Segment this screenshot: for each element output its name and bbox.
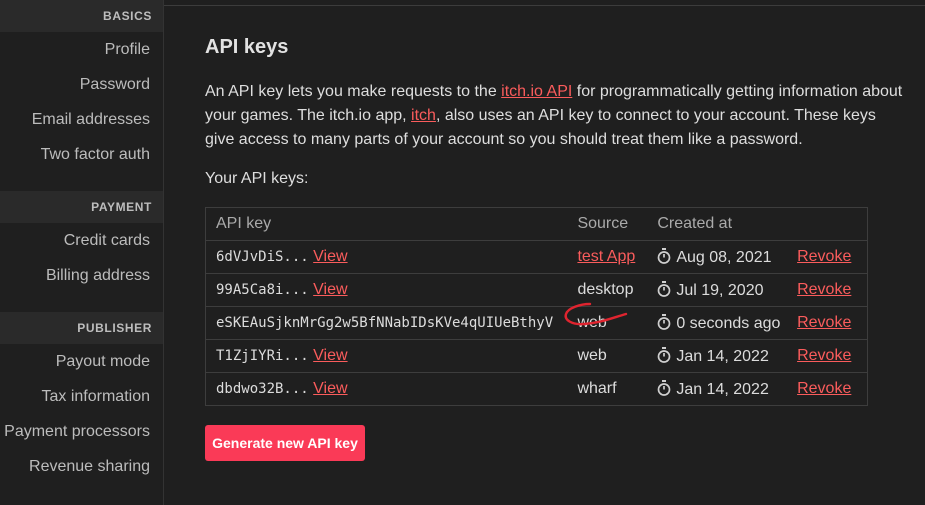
table-header-row: API key Source Created at	[206, 208, 867, 240]
actions-cell: Revoke	[797, 281, 867, 299]
sidebar-group-basics: BASICS Profile Password Email addresses …	[0, 0, 163, 172]
created-at-value: Aug 08, 2021	[676, 248, 772, 266]
sidebar-item-revenue-sharing[interactable]: Revenue sharing	[0, 449, 163, 484]
table-row: dbdwo32B... View wharf Jan 14, 2022 Revo…	[206, 372, 867, 405]
sidebar-header-basics: BASICS	[0, 0, 163, 32]
api-key-cell: dbdwo32B... View	[206, 380, 577, 398]
sidebar-item-billing-address[interactable]: Billing address	[0, 258, 163, 293]
view-key-link[interactable]: View	[313, 380, 347, 397]
table-row: T1ZjIYRi... View web Jan 14, 2022 Revoke	[206, 339, 867, 372]
stopwatch-icon	[657, 346, 671, 363]
created-at-value: 0 seconds ago	[676, 314, 781, 332]
stopwatch-icon	[657, 313, 671, 330]
table-row: eSKEAuSjknMrGg2w5BfNNabIDsKVe4qUIUeBthyV…	[206, 306, 867, 339]
created-at-cell: Jan 14, 2022	[657, 346, 797, 366]
created-at-value: Jan 14, 2022	[676, 347, 769, 365]
stopwatch-icon	[657, 247, 671, 264]
api-key-value: dbdwo32B...	[216, 381, 309, 397]
api-key-cell: 6dVJvDiS... View	[206, 248, 577, 266]
header-source: Source	[577, 215, 629, 232]
top-divider	[164, 5, 925, 6]
table-row: 6dVJvDiS... View test App Aug 08, 2021 R…	[206, 240, 867, 273]
actions-cell: Revoke	[797, 314, 867, 332]
api-key-value: T1ZjIYRi...	[216, 348, 309, 364]
view-key-link[interactable]: View	[313, 281, 347, 298]
api-key-value: 6dVJvDiS...	[216, 249, 309, 265]
generate-api-key-button[interactable]: Generate new API key	[205, 425, 365, 461]
created-at-cell: Jul 19, 2020	[657, 280, 797, 300]
actions-cell: Revoke	[797, 380, 867, 398]
created-at-cell: 0 seconds ago	[657, 313, 797, 333]
sidebar-item-profile[interactable]: Profile	[0, 32, 163, 67]
view-key-link[interactable]: View	[313, 347, 347, 364]
stopwatch-icon	[657, 280, 671, 297]
revoke-link[interactable]: Revoke	[797, 281, 851, 298]
created-at-value: Jul 19, 2020	[676, 281, 764, 299]
red-annotation-scribble-icon	[564, 302, 628, 326]
api-key-cell: eSKEAuSjknMrGg2w5BfNNabIDsKVe4qUIUeBthyV	[206, 314, 577, 332]
header-api-key: API key	[216, 215, 272, 232]
actions-cell: Revoke	[797, 248, 867, 266]
source-cell: wharf	[577, 380, 617, 397]
sidebar-item-credit-cards[interactable]: Credit cards	[0, 223, 163, 258]
actions-cell: Revoke	[797, 347, 867, 365]
api-key-value-full[interactable]: eSKEAuSjknMrGg2w5BfNNabIDsKVe4qUIUeBthyV	[216, 315, 553, 331]
revoke-link[interactable]: Revoke	[797, 248, 851, 265]
api-key-cell: T1ZjIYRi... View	[206, 347, 577, 365]
itch-app-link[interactable]: itch	[411, 107, 436, 124]
header-created-at: Created at	[657, 215, 733, 232]
sidebar-header-publisher: PUBLISHER	[0, 312, 163, 344]
table-row: 99A5Ca8i... View desktop Jul 19, 2020 Re…	[206, 273, 867, 306]
sidebar-group-publisher: PUBLISHER Payout mode Tax information Pa…	[0, 312, 163, 484]
settings-sidebar: BASICS Profile Password Email addresses …	[0, 0, 164, 505]
created-at-cell: Jan 14, 2022	[657, 379, 797, 399]
stopwatch-icon	[657, 379, 671, 396]
sidebar-item-tax-information[interactable]: Tax information	[0, 379, 163, 414]
sidebar-item-payout-mode[interactable]: Payout mode	[0, 344, 163, 379]
api-keys-description: An API key lets you make requests to the…	[205, 80, 905, 152]
created-at-cell: Aug 08, 2021	[657, 247, 797, 267]
sidebar-header-payment: PAYMENT	[0, 191, 163, 223]
api-keys-table: API key Source Created at 6dVJvDiS... Vi…	[205, 207, 868, 406]
source-cell: test App	[577, 248, 657, 266]
view-key-link[interactable]: View	[313, 248, 347, 265]
source-cell: desktop	[577, 281, 634, 298]
revoke-link[interactable]: Revoke	[797, 347, 851, 364]
desc-text: An API key lets you make requests to the	[205, 83, 502, 100]
sidebar-item-payment-processors[interactable]: Payment processors	[0, 414, 163, 449]
revoke-link[interactable]: Revoke	[797, 314, 851, 331]
api-key-cell: 99A5Ca8i... View	[206, 281, 577, 299]
page-title: API keys	[205, 36, 289, 58]
sidebar-item-two-factor-auth[interactable]: Two factor auth	[0, 137, 163, 172]
sidebar-item-password[interactable]: Password	[0, 67, 163, 102]
source-cell: web	[577, 347, 607, 364]
created-at-value: Jan 14, 2022	[676, 380, 769, 398]
api-key-value: 99A5Ca8i...	[216, 282, 309, 298]
sidebar-group-payment: PAYMENT Credit cards Billing address	[0, 191, 163, 293]
revoke-link[interactable]: Revoke	[797, 380, 851, 397]
source-link[interactable]: test App	[577, 248, 635, 265]
your-api-keys-label: Your API keys:	[205, 170, 309, 187]
itchio-api-link[interactable]: itch.io API	[501, 83, 572, 100]
sidebar-item-email-addresses[interactable]: Email addresses	[0, 102, 163, 137]
